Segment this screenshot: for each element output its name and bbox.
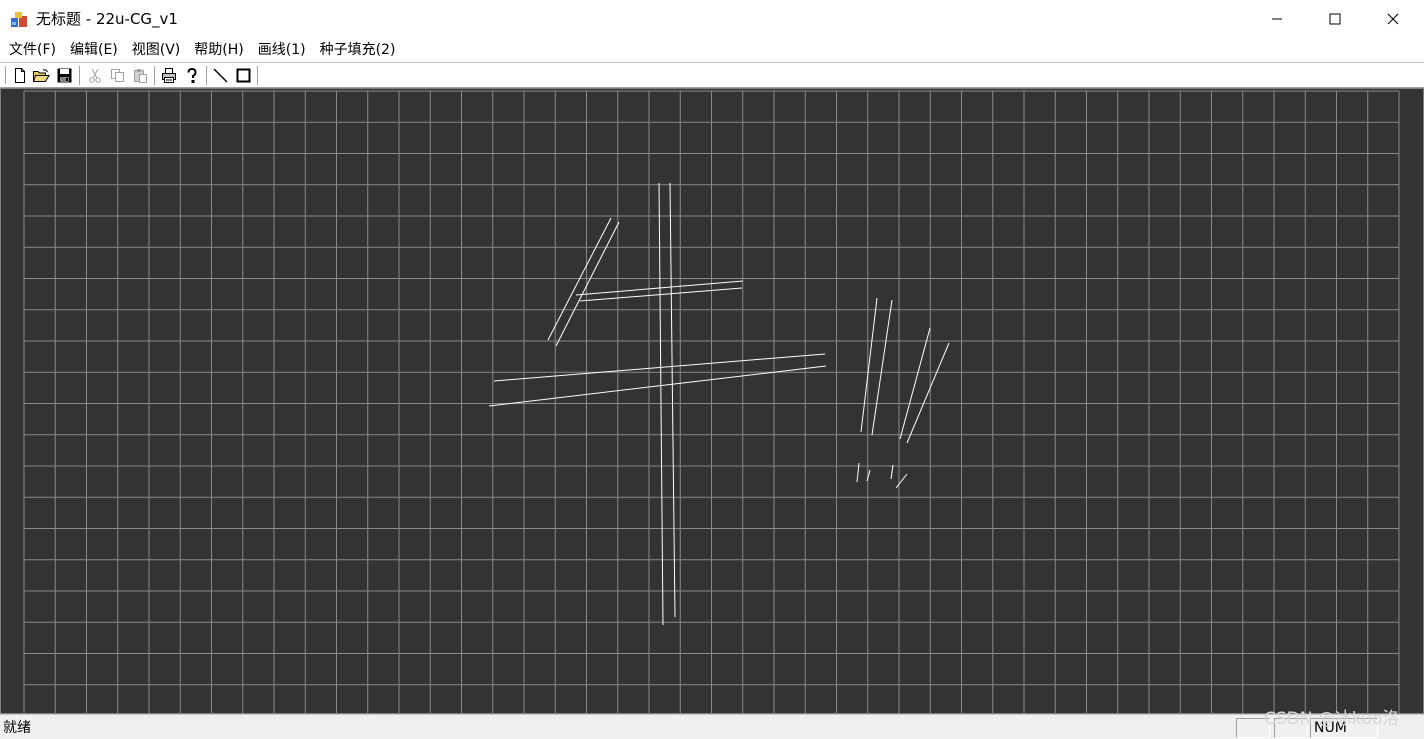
drawn-line [555, 221, 620, 347]
drawn-line [906, 342, 950, 444]
print-button[interactable] [158, 66, 179, 85]
maximize-icon [1329, 13, 1341, 25]
menu-seed-fill[interactable]: 种子填充(2) [313, 39, 403, 61]
drawing-canvas[interactable] [0, 88, 1424, 714]
menu-help[interactable]: 帮助(H) [187, 39, 250, 61]
new-file-icon [14, 68, 25, 83]
save-disk-icon [57, 68, 72, 83]
draw-line-button[interactable] [210, 66, 231, 85]
toolbar-separator [206, 66, 208, 85]
status-bar: 就绪 NUM [0, 714, 1424, 739]
paste-button[interactable] [130, 66, 151, 85]
close-button[interactable] [1364, 0, 1422, 38]
mfc-app-icon[interactable] [9, 9, 29, 29]
menu-bar: 文件(F) 编辑(E) 视图(V) 帮助(H) 画线(1) 种子填充(2) [0, 38, 1424, 62]
status-text: 就绪 [3, 720, 31, 736]
copy-icon [111, 69, 124, 82]
maximize-button[interactable] [1306, 0, 1364, 38]
print-icon [161, 68, 176, 83]
help-question-icon [187, 67, 197, 83]
cut-scissors-icon [88, 68, 101, 83]
menu-draw-line[interactable]: 画线(1) [251, 39, 313, 61]
window-title: 无标题 - 22u-CG_v1 [36, 10, 178, 28]
save-file-button[interactable] [54, 66, 75, 85]
drawn-line [871, 299, 893, 436]
open-file-button[interactable] [31, 66, 52, 85]
drawn-line [899, 327, 931, 440]
drawn-line [669, 182, 676, 618]
copy-button[interactable] [107, 66, 128, 85]
menu-edit[interactable]: 编辑(E) [63, 39, 125, 61]
new-file-button[interactable] [9, 66, 30, 85]
about-help-button[interactable] [181, 66, 202, 85]
menu-view[interactable]: 视图(V) [125, 39, 188, 61]
draw-rectangle-button[interactable] [233, 66, 254, 85]
minimize-icon [1272, 18, 1282, 20]
toolbar-grip[interactable] [3, 66, 6, 84]
draw-rectangle-icon [236, 68, 251, 83]
title-bar: 无标题 - 22u-CG_v1 [0, 0, 1424, 38]
grid-lines [23, 90, 1400, 713]
close-icon [1387, 13, 1399, 25]
drawn-line [890, 464, 894, 480]
paste-icon [134, 69, 147, 83]
watermark: CSDN @冰kuo洛 [1264, 709, 1400, 729]
toolbar-separator [257, 66, 259, 85]
drawn-line [579, 287, 743, 302]
draw-line-icon [213, 68, 228, 83]
toolbar [0, 62, 1424, 88]
drawn-line [493, 353, 826, 382]
toolbar-separator [154, 66, 156, 85]
drawn-line [895, 473, 908, 489]
grid-canvas[interactable] [1, 89, 1423, 713]
minimize-button[interactable] [1248, 0, 1306, 38]
open-folder-icon [33, 68, 50, 82]
drawn-line [860, 297, 878, 433]
cut-button[interactable] [84, 66, 105, 85]
menu-file[interactable]: 文件(F) [2, 39, 63, 61]
toolbar-separator [79, 66, 81, 85]
